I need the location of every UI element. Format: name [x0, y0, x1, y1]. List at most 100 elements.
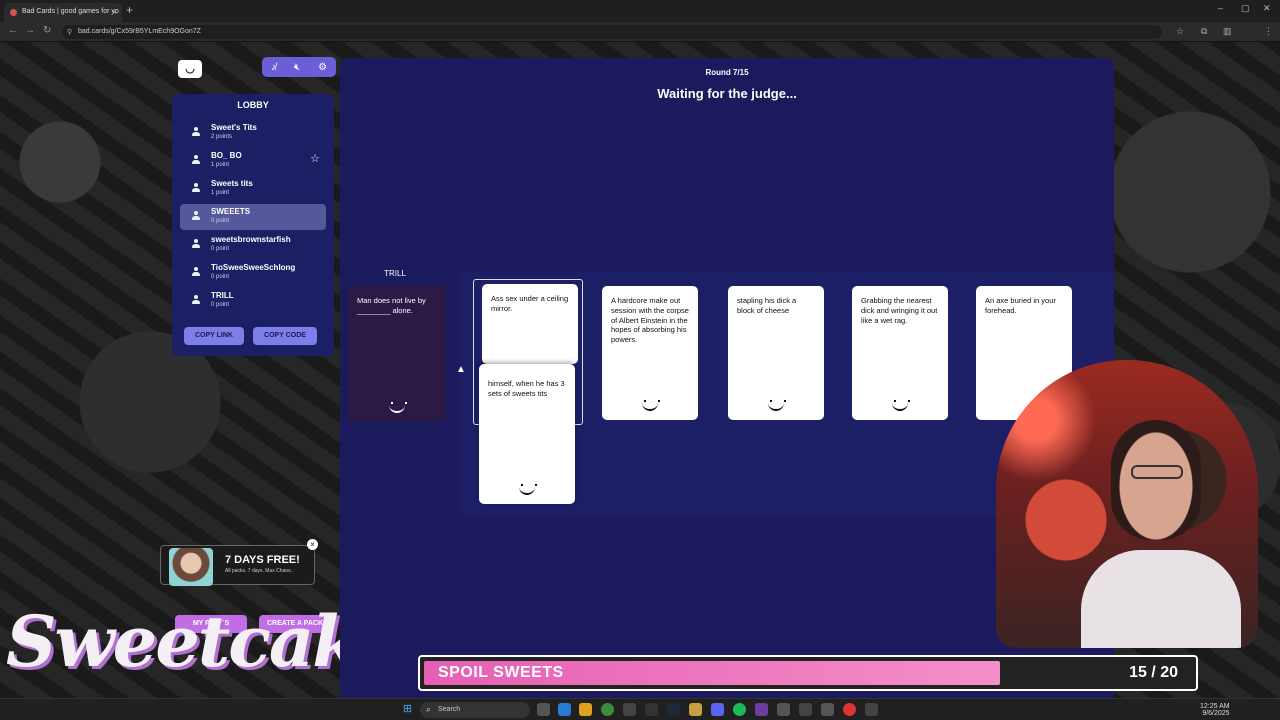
menu-icon[interactable]: ⋮: [1264, 26, 1273, 37]
lobby-panel: LOBBY Sweet's Tits 2 points BO_ BO 1 poi…: [172, 94, 334, 356]
app-icon[interactable]: [755, 703, 768, 716]
favicon-icon: [10, 9, 17, 16]
goal-progress-bar: SPOIL SWEETS 15 / 20: [418, 655, 1198, 691]
clock-date: 9/6/2025: [1202, 710, 1230, 717]
taskbar: ⊞ ⌕ Search 12:25 AM 9/6/2025: [0, 698, 1280, 720]
address-bar: ← → ↻ ⚲ bad.cards/g/Cx59rB5YLmEch9OGon7Z…: [0, 22, 1280, 59]
player-name: sweetsbrownstarfish: [211, 235, 291, 244]
task-view-icon[interactable]: [537, 703, 550, 716]
extensions-icon[interactable]: ⧉: [1201, 26, 1207, 37]
white-card[interactable]: stapling his dick a block of cheese: [728, 286, 824, 420]
player-points: 0 point: [211, 302, 230, 308]
white-card-text: himself, when he has 3 sets of sweets ti…: [488, 379, 565, 398]
app-icon[interactable]: [689, 703, 702, 716]
player-points: 0 point: [211, 246, 230, 252]
search-icon: ⌕: [426, 704, 432, 714]
smile-icon: [387, 402, 407, 413]
app-icon[interactable]: [799, 703, 812, 716]
player-points: 2 points: [211, 134, 233, 140]
control-bar: ♪̸ 🔇︎ ⚙: [262, 57, 336, 77]
app-icon[interactable]: [821, 703, 834, 716]
copy-code-button[interactable]: COPY CODE: [253, 327, 317, 345]
app-icon[interactable]: [865, 703, 878, 716]
streamer-shirt: [1081, 550, 1241, 648]
white-card-text: Grabbing the nearest dick and wringing i…: [861, 296, 938, 325]
black-card-text: Man does not live by ________ alone.: [357, 296, 426, 315]
bookmark-star-icon[interactable]: ☆: [1176, 26, 1184, 37]
copy-link-button[interactable]: COPY LINK: [184, 327, 244, 345]
discord-icon[interactable]: [711, 703, 724, 716]
lobby-title: LOBBY: [237, 100, 269, 110]
white-card[interactable]: himself, when he has 3 sets of sweets ti…: [479, 364, 575, 504]
smile-icon: [890, 400, 910, 411]
app-icon[interactable]: [645, 703, 658, 716]
player-points: 1 point: [211, 190, 230, 196]
white-card-text: stapling his dick a block of cheese: [737, 296, 797, 315]
webcam-overlay: [996, 360, 1258, 648]
site-info-icon[interactable]: ⚲: [67, 28, 72, 36]
sidebar-icon[interactable]: ▥: [1223, 26, 1232, 37]
player-points: 0 point: [211, 218, 230, 224]
smile-icon: [766, 400, 786, 411]
promo-subtitle: All packs. 7 days. Max Chaos.: [225, 568, 292, 574]
close-window-icon[interactable]: ✕: [1263, 3, 1271, 14]
player-row[interactable]: BO_ BO 1 point ☆: [180, 148, 326, 174]
app-icon[interactable]: [843, 703, 856, 716]
chrome-icon[interactable]: [601, 703, 614, 716]
taskbar-search[interactable]: ⌕ Search: [420, 702, 530, 718]
player-row[interactable]: TioSweeSweeSchlong 0 point: [180, 260, 326, 286]
back-icon[interactable]: ←: [8, 25, 18, 36]
settings-icon[interactable]: ⚙: [318, 62, 327, 73]
round-indicator: Round 7/15: [705, 68, 749, 77]
logo-icon[interactable]: ◡: [178, 60, 202, 78]
goal-count: 15 / 20: [1129, 664, 1178, 681]
app-icon[interactable]: [777, 703, 790, 716]
player-row[interactable]: sweetsbrownstarfish 0 point: [180, 232, 326, 258]
maximize-icon[interactable]: ▢: [1241, 3, 1250, 14]
url-field[interactable]: ⚲ bad.cards/g/Cx59rB5YLmEch9OGon7Z: [62, 25, 1162, 39]
folder-icon[interactable]: [579, 703, 592, 716]
white-card[interactable]: Grabbing the nearest dick and wringing i…: [852, 286, 948, 420]
close-icon[interactable]: ×: [307, 539, 318, 550]
player-points: 1 point: [211, 162, 230, 168]
search-label: Search: [438, 706, 461, 713]
new-tab-icon[interactable]: +: [126, 3, 133, 17]
clock-time: 12:25 AM: [1200, 703, 1230, 710]
reload-icon[interactable]: ↻: [43, 25, 51, 36]
white-card-text: Ass sex under a ceiling mirror.: [491, 294, 569, 313]
user-icon: [192, 183, 200, 193]
forward-icon[interactable]: →: [25, 25, 35, 36]
star-icon: ☆: [310, 153, 320, 165]
mute-icon[interactable]: 🔇︎: [294, 62, 300, 73]
no-music-icon[interactable]: ♪̸: [271, 62, 276, 73]
player-row[interactable]: Sweets tits 1 point: [180, 176, 326, 202]
close-tab-icon[interactable]: ×: [112, 7, 117, 17]
promo-banner[interactable]: 7 DAYS FREE! All packs. 7 days. Max Chao…: [160, 539, 318, 586]
windows-icon[interactable]: ⊞: [401, 703, 414, 716]
tab-title: Bad Cards | good games for yo: [22, 8, 119, 15]
player-name: Sweet's Tits: [211, 123, 257, 132]
mouse-cursor-icon: ▲: [456, 364, 466, 375]
judge-name: TRILL: [384, 269, 406, 278]
user-icon: [192, 211, 200, 221]
player-row[interactable]: Sweet's Tits 2 points: [180, 120, 326, 146]
player-row-current[interactable]: SWEEETS 0 point: [180, 204, 326, 230]
browser-tab[interactable]: Bad Cards | good games for yo ×: [4, 3, 122, 22]
system-clock[interactable]: 12:25 AM 9/6/2025: [1200, 703, 1230, 717]
player-name: SWEEETS: [211, 207, 251, 216]
steam-icon[interactable]: [667, 703, 680, 716]
app-icon[interactable]: [623, 703, 636, 716]
smile-icon: [517, 484, 537, 495]
spotify-icon[interactable]: [733, 703, 746, 716]
white-card[interactable]: Ass sex under a ceiling mirror.: [482, 284, 578, 364]
minimize-icon[interactable]: –: [1218, 3, 1223, 13]
player-name: TioSweeSweeSchlong: [211, 263, 296, 272]
promo-image: [169, 548, 213, 586]
user-icon: [192, 267, 200, 277]
player-row[interactable]: TRILL 0 point: [180, 288, 326, 314]
streamer-head: [1111, 420, 1201, 540]
player-name: Sweets tits: [211, 179, 253, 188]
white-card[interactable]: A hardcore make out session with the cor…: [602, 286, 698, 420]
white-card-text: An axe buried in your forehead.: [985, 296, 1056, 315]
app-icon[interactable]: [558, 703, 571, 716]
